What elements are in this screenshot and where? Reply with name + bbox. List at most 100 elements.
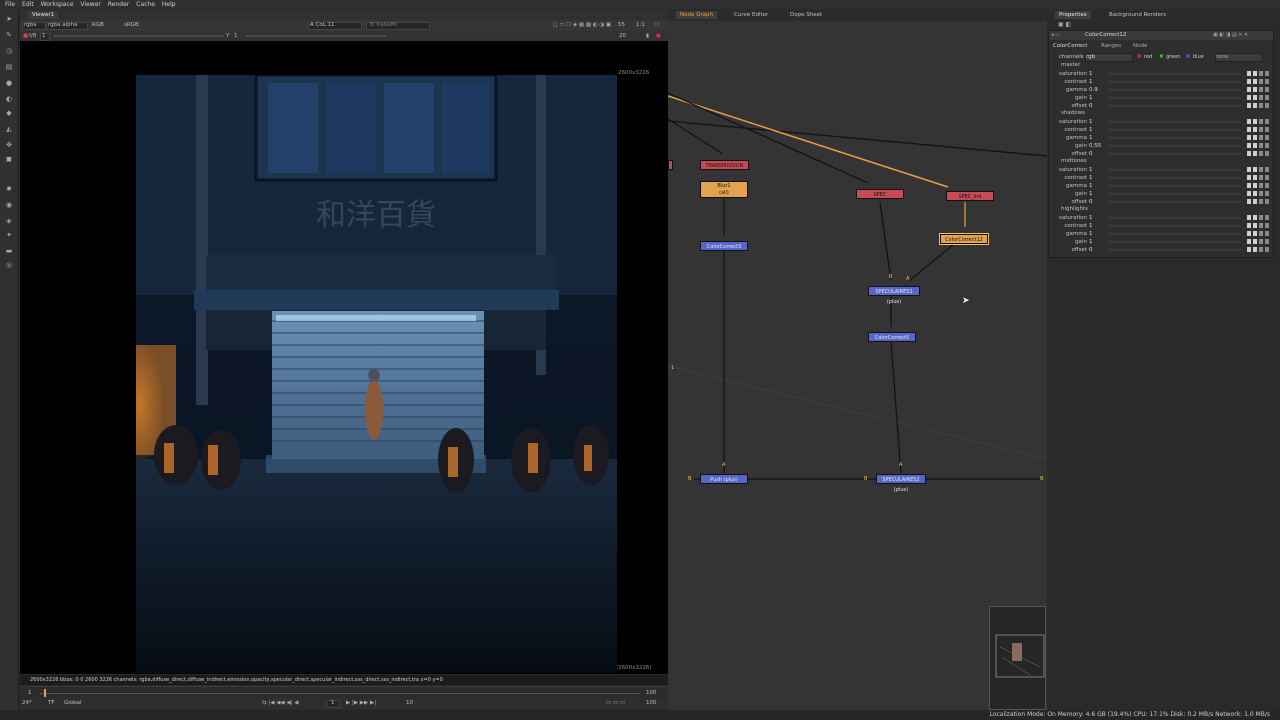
param-button-icon[interactable] bbox=[1259, 119, 1263, 124]
other-icon[interactable]: ◎ bbox=[5, 261, 13, 269]
colorspace-select[interactable]: RGB bbox=[92, 22, 104, 28]
panel-header-icons[interactable]: ▣ ◧ ◨ ▤ ✕ ✕ bbox=[1213, 32, 1248, 38]
param-button-icon[interactable] bbox=[1253, 143, 1257, 148]
param-button-icon[interactable] bbox=[1247, 223, 1251, 228]
tf-select[interactable]: TF bbox=[48, 700, 55, 706]
fstop-label[interactable]: f/8 bbox=[29, 33, 36, 39]
param-button-icon[interactable] bbox=[1265, 71, 1269, 76]
param-button-icon[interactable] bbox=[1265, 175, 1269, 180]
node-spec[interactable]: SPEC bbox=[856, 189, 904, 199]
node-speculaires1[interactable]: SPECULAIRES1 (plus) bbox=[868, 286, 920, 305]
param-slider[interactable] bbox=[1109, 129, 1241, 131]
playback-controls-right[interactable]: ▶ |▶ ▶▶ ▶| bbox=[346, 700, 376, 706]
mask-dropdown[interactable]: none bbox=[1215, 53, 1263, 62]
param-slider[interactable] bbox=[1109, 169, 1241, 171]
param-button-icon[interactable] bbox=[1247, 175, 1251, 180]
clip-icon[interactable]: ■ bbox=[23, 33, 28, 39]
param-slider[interactable] bbox=[1109, 121, 1241, 123]
param-button-icon[interactable] bbox=[1247, 151, 1251, 156]
param-button-icon[interactable] bbox=[1259, 103, 1263, 108]
section-shadows[interactable]: shadows bbox=[1061, 110, 1085, 116]
param-button-icon[interactable] bbox=[1265, 199, 1269, 204]
param-value-field[interactable]: 0 bbox=[1089, 247, 1109, 253]
param-button-icon[interactable] bbox=[1265, 167, 1269, 172]
timeline-track[interactable] bbox=[40, 693, 640, 694]
param-value-field[interactable]: 0 bbox=[1089, 151, 1109, 157]
properties-toolbar-icons[interactable]: ▣ ◧ bbox=[1058, 21, 1071, 28]
param-button-icon[interactable] bbox=[1265, 87, 1269, 92]
tab-properties[interactable]: Properties bbox=[1055, 11, 1091, 19]
param-button-icon[interactable] bbox=[1265, 231, 1269, 236]
keyer-icon[interactable]: ◆ bbox=[5, 109, 13, 117]
param-value-field[interactable]: 0 bbox=[1089, 103, 1109, 109]
param-value-field[interactable]: 1 bbox=[1089, 167, 1109, 173]
red-checkbox[interactable]: ✖ bbox=[1137, 54, 1142, 60]
param-button-icon[interactable] bbox=[1253, 215, 1257, 220]
brush-icon[interactable]: ✎ bbox=[5, 31, 13, 39]
param-value-field[interactable]: 1 bbox=[1089, 119, 1109, 125]
param-slider[interactable] bbox=[1109, 217, 1241, 219]
param-slider[interactable] bbox=[1109, 185, 1241, 187]
merge-icon[interactable]: ◭ bbox=[5, 125, 13, 133]
3d-icon[interactable]: ◼ bbox=[5, 155, 13, 163]
menu-file[interactable]: File bbox=[5, 1, 15, 8]
param-button-icon[interactable] bbox=[1259, 247, 1263, 252]
param-value-field[interactable]: 1 bbox=[1089, 95, 1109, 101]
section-master[interactable]: master bbox=[1061, 62, 1080, 68]
param-slider[interactable] bbox=[1109, 81, 1241, 83]
param-button-icon[interactable] bbox=[1259, 95, 1263, 100]
param-value-field[interactable]: 1 bbox=[1089, 215, 1109, 221]
playback-controls-left[interactable]: ⇆ |◀ ◀◀ ◀| ◀ bbox=[262, 700, 298, 706]
viewer-option-icons[interactable]: ◻ ▭ ☐ ◈ ▦ ▩ ◐ ◑ ▣ bbox=[553, 22, 611, 28]
pause-icon[interactable]: ▮ bbox=[646, 33, 649, 39]
param-slider[interactable] bbox=[1109, 97, 1241, 99]
param-button-icon[interactable] bbox=[1259, 183, 1263, 188]
param-button-icon[interactable] bbox=[1253, 79, 1257, 84]
param-button-icon[interactable] bbox=[1253, 87, 1257, 92]
param-slider[interactable] bbox=[1109, 249, 1241, 251]
views-icon[interactable]: ◈ bbox=[5, 217, 13, 225]
param-button-icon[interactable] bbox=[1253, 167, 1257, 172]
menu-cache[interactable]: Cache bbox=[136, 1, 155, 8]
param-button-icon[interactable] bbox=[1247, 231, 1251, 236]
param-slider[interactable] bbox=[1109, 105, 1241, 107]
fps-select[interactable]: 24* bbox=[22, 700, 32, 706]
param-button-icon[interactable] bbox=[1253, 71, 1257, 76]
param-button-icon[interactable] bbox=[1259, 71, 1263, 76]
param-value-field[interactable]: 0.9 bbox=[1089, 87, 1109, 93]
proxy-select[interactable]: 1:1 bbox=[636, 22, 645, 28]
param-button-icon[interactable] bbox=[1259, 239, 1263, 244]
param-button-icon[interactable] bbox=[1247, 119, 1251, 124]
param-button-icon[interactable] bbox=[1247, 143, 1251, 148]
param-button-icon[interactable] bbox=[1247, 239, 1251, 244]
param-button-icon[interactable] bbox=[1247, 135, 1251, 140]
param-button-icon[interactable] bbox=[1253, 175, 1257, 180]
param-button-icon[interactable] bbox=[1259, 143, 1263, 148]
param-button-icon[interactable] bbox=[1247, 127, 1251, 132]
param-button-icon[interactable] bbox=[1253, 103, 1257, 108]
param-button-icon[interactable] bbox=[1265, 103, 1269, 108]
param-button-icon[interactable] bbox=[1265, 143, 1269, 148]
param-button-icon[interactable] bbox=[1253, 127, 1257, 132]
param-button-icon[interactable] bbox=[1253, 191, 1257, 196]
metadata-icon[interactable]: ✦ bbox=[5, 231, 13, 239]
param-button-icon[interactable] bbox=[1259, 79, 1263, 84]
param-button-icon[interactable] bbox=[1253, 183, 1257, 188]
param-button-icon[interactable] bbox=[1265, 223, 1269, 228]
menu-viewer[interactable]: Viewer bbox=[80, 1, 100, 8]
param-button-icon[interactable] bbox=[1259, 215, 1263, 220]
param-button-icon[interactable] bbox=[1253, 223, 1257, 228]
channels-dropdown[interactable]: rgb bbox=[1085, 53, 1133, 62]
param-slider[interactable] bbox=[1109, 201, 1241, 203]
node-colorcorrect5[interactable]: ColorCorrect5 bbox=[868, 332, 916, 342]
param-button-icon[interactable] bbox=[1247, 199, 1251, 204]
node-colorcorrect3[interactable]: ColorCorrect3 bbox=[700, 241, 748, 251]
param-button-icon[interactable] bbox=[1265, 191, 1269, 196]
color-icon[interactable]: ● bbox=[5, 79, 13, 87]
param-slider[interactable] bbox=[1109, 193, 1241, 195]
playback-mode-icons[interactable]: ▭ ▭ ▭ bbox=[606, 700, 625, 706]
node-graph-minimap[interactable] bbox=[989, 606, 1046, 710]
channel-icon[interactable]: ▤ bbox=[5, 63, 13, 71]
param-button-icon[interactable] bbox=[1253, 135, 1257, 140]
param-button-icon[interactable] bbox=[1247, 87, 1251, 92]
